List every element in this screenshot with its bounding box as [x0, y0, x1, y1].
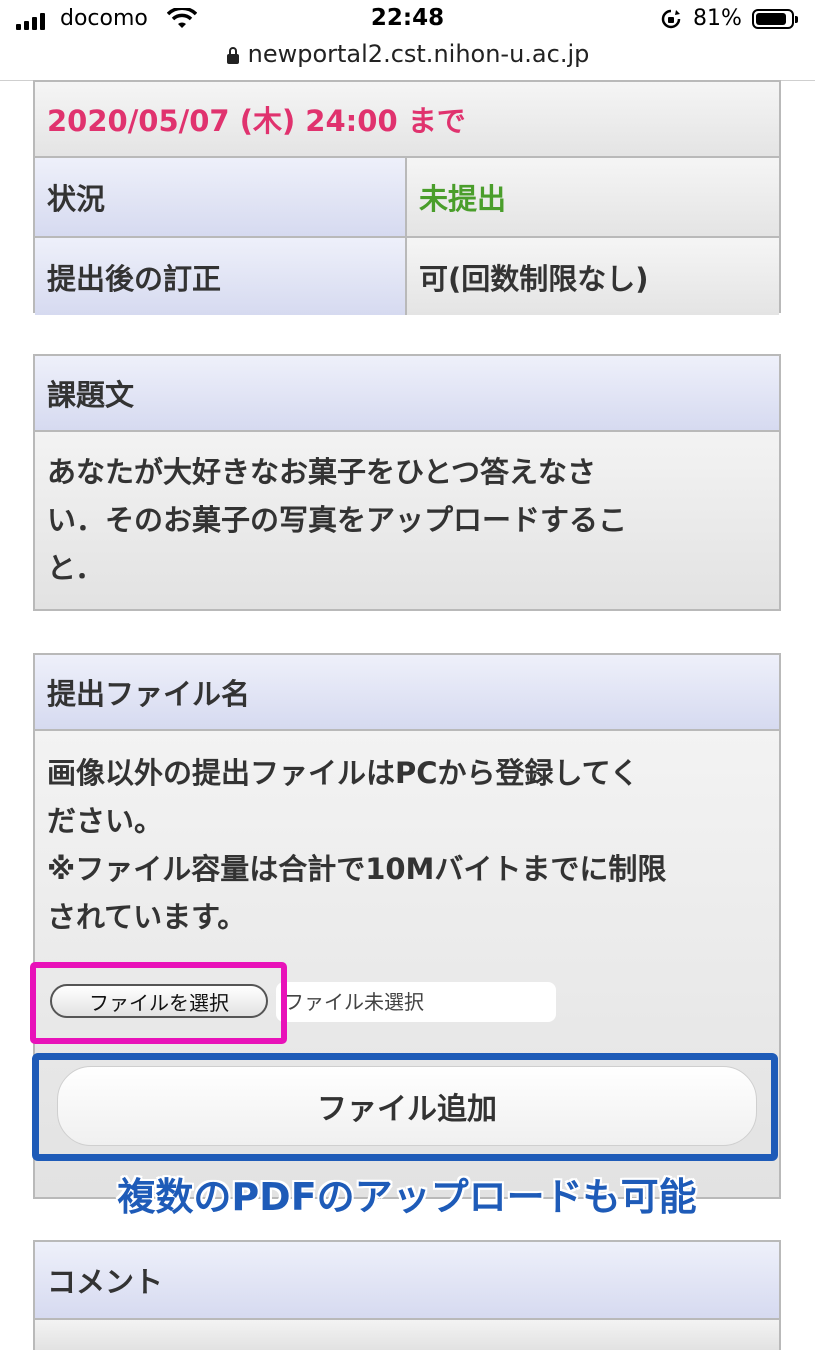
- battery-percent: 81%: [693, 6, 742, 31]
- assignment-line: あなたが大好きなお菓子をひとつ答えなさ: [47, 455, 596, 489]
- no-file-selected-text: ファイル未選択: [276, 982, 556, 1022]
- blue-highlight-frame: [32, 1053, 778, 1161]
- battery-icon: [752, 9, 798, 29]
- status-bar: docomo 22:48 81%: [0, 0, 815, 40]
- url-bar[interactable]: newportal2.cst.nihon-u.ac.jp: [0, 40, 815, 80]
- submission-note-line: されています。: [47, 900, 247, 934]
- comment-body: [35, 1320, 779, 1350]
- status-label: 状況: [35, 158, 407, 236]
- assignment-line: と．: [47, 551, 105, 585]
- url-text: newportal2.cst.nihon-u.ac.jp: [247, 40, 590, 68]
- lock-icon: [226, 47, 239, 64]
- submission-note-line: ※ファイル容量は合計で10Mバイトまでに制限: [47, 852, 667, 886]
- correction-value: 可(回数制限なし): [407, 238, 779, 315]
- orientation-lock-icon: [661, 9, 681, 29]
- assignment-summary-table: 2020/05/07 (木) 24:00 まで 状況 未提出 提出後の訂正 可(…: [33, 80, 781, 315]
- correction-label: 提出後の訂正: [35, 238, 407, 315]
- assignment-body: あなたが大好きなお菓子をひとつ答えなさ い．そのお菓子の写真をアップロードするこ…: [35, 432, 779, 609]
- submission-note-line: 画像以外の提出ファイルはPCから登録してく: [47, 756, 639, 790]
- status-value: 未提出: [407, 158, 779, 236]
- assignment-line: い．そのお菓子の写真をアップロードするこ: [47, 503, 628, 537]
- submission-heading: 提出ファイル名: [35, 655, 779, 731]
- comment-heading: コメント: [35, 1242, 779, 1320]
- assignment-heading: 課題文: [35, 356, 779, 432]
- assignment-text-section: 課題文 あなたが大好きなお菓子をひとつ答えなさ い．そのお菓子の写真をアップロー…: [33, 354, 781, 611]
- deadline-text: 2020/05/07 (木) 24:00 まで: [35, 82, 779, 156]
- annotation-caption: 複数のPDFのアップロードも可能: [117, 1175, 697, 1219]
- magenta-highlight-frame: [30, 962, 287, 1044]
- submission-note-line: ださい。: [47, 804, 164, 838]
